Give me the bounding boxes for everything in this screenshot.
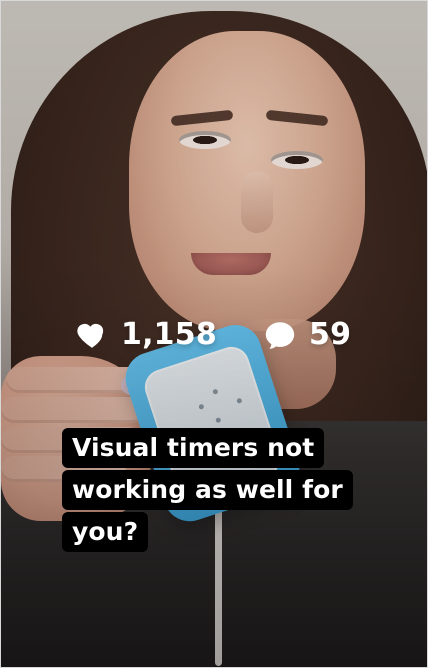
- comment-icon-svg: [265, 322, 295, 349]
- likes-count: 1,158: [121, 317, 217, 352]
- timer-dot: [198, 403, 205, 410]
- caption-line-2: working as well for: [62, 470, 353, 510]
- timer-dot: [215, 417, 222, 424]
- nose: [241, 171, 273, 233]
- left-eye: [179, 131, 231, 149]
- video-thumbnail[interactable]: 1,158 59 Visual timers not working as we…: [1, 1, 427, 667]
- heart-icon-svg: [77, 323, 104, 348]
- caption-line-1: Visual timers not: [62, 428, 325, 468]
- right-eye: [271, 151, 323, 169]
- timer-dot: [212, 388, 219, 395]
- heart-icon: [75, 318, 109, 352]
- comments-count: 59: [309, 317, 352, 352]
- timer-dot: [236, 397, 243, 404]
- caption-line-3: you?: [62, 512, 149, 552]
- video-thumbnail-frame[interactable]: 1,158 59 Visual timers not working as we…: [0, 0, 428, 668]
- comment-icon: [263, 318, 297, 352]
- comments-stat[interactable]: 59: [263, 313, 351, 357]
- likes-stat[interactable]: 1,158: [75, 313, 217, 357]
- finger: [1, 397, 146, 423]
- mouth: [191, 253, 271, 275]
